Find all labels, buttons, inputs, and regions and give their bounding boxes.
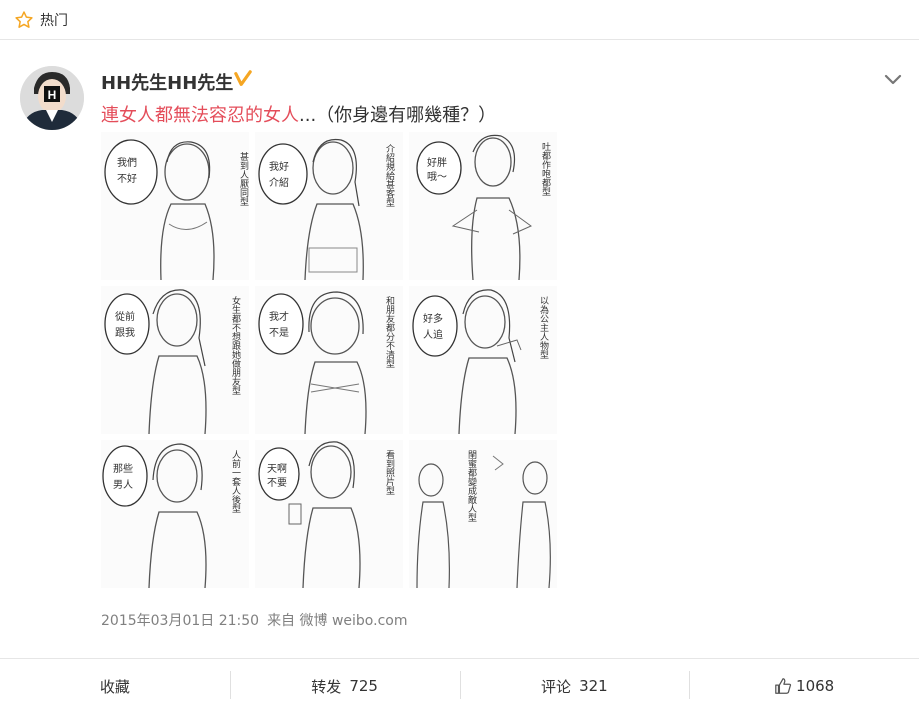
speech-bubble-text: 好多 [423, 312, 443, 325]
image-thumbnail[interactable]: 那些男人 人前一套人後型 [101, 440, 249, 588]
hot-label[interactable]: 热门 [40, 10, 68, 30]
username[interactable]: HH先生HH先生 [101, 69, 233, 95]
speech-bubble-text: 介紹 [269, 176, 289, 189]
speech-bubble-text: 哦～ [427, 171, 447, 183]
image-thumbnail[interactable]: 我們不好 甚到人厭同型 [101, 132, 249, 280]
image-caption: 和朋友都分不清型 [384, 296, 395, 368]
like-count: 1068 [796, 677, 835, 695]
speech-bubble-text: 不要 [267, 477, 287, 489]
image-thumbnail[interactable]: 好胖哦～ 吐都作咆都型 [409, 132, 557, 280]
svg-text:H: H [48, 88, 57, 102]
speech-bubble-text: 天啊 [267, 463, 287, 475]
post-source[interactable]: 来自 微博 weibo.com [267, 613, 407, 629]
verified-icon [234, 70, 252, 86]
star-icon[interactable] [14, 10, 34, 30]
comment-label: 评论 [541, 677, 572, 696]
top-bar: 热门 [0, 0, 919, 40]
image-thumbnail[interactable]: 閨蜜都變成敵人型 [409, 440, 557, 588]
favorite-label: 收藏 [99, 677, 130, 696]
weibo-post-card: H HH先生HH先生 連女人都無法容忍的女人...（你身邊有哪幾種？） 我們不好… [0, 40, 919, 713]
thumbs-up-icon [775, 678, 792, 694]
image-thumbnail[interactable]: 好多人追 以為公主人物型 [409, 286, 557, 434]
speech-bubble-text: 我們 [117, 156, 137, 169]
speech-bubble-text: 男人 [113, 479, 133, 491]
repost-label: 转发 [311, 677, 342, 696]
image-caption: 人前一套人後型 [230, 450, 241, 513]
speech-bubble-text: 跟我 [115, 327, 135, 339]
image-caption: 看到照片型 [384, 449, 395, 495]
speech-bubble-text: 我才 [269, 310, 289, 323]
image-caption: 介紹規給甚客型 [384, 144, 395, 207]
image-caption: 吐都作咆都型 [540, 142, 551, 196]
speech-bubble-text: 人追 [423, 328, 443, 341]
image-thumbnail[interactable]: 天啊不要 看到照片型 [255, 440, 403, 588]
comment-button[interactable]: 评论 321 [459, 659, 690, 713]
image-grid: 我們不好 甚到人厭同型 我好介紹 介紹規給甚客型 好胖哦～ 吐都作咆都型 從前跟我 女生… [101, 132, 557, 588]
image-caption: 以為公主人物型 [538, 296, 549, 359]
avatar[interactable]: H [20, 66, 84, 130]
chevron-down-icon[interactable] [884, 73, 902, 87]
favorite-button[interactable]: 收藏 [0, 659, 230, 713]
image-caption: 甚到人厭同型 [238, 152, 249, 206]
speech-bubble-text: 好胖 [427, 157, 447, 169]
speech-bubble-text: 不好 [117, 173, 137, 185]
speech-bubble-text: 那些 [113, 462, 133, 475]
image-thumbnail[interactable]: 從前跟我 女生都不想跟她做朋友型 [101, 286, 249, 434]
image-thumbnail[interactable]: 我好介紹 介紹規給甚客型 [255, 132, 403, 280]
image-thumbnail[interactable]: 我才不是 和朋友都分不清型 [255, 286, 403, 434]
post-text: 連女人都無法容忍的女人...（你身邊有哪幾種？） [101, 101, 496, 127]
post-meta: 2015年03月01日 21:50 来自 微博 weibo.com [101, 610, 415, 630]
action-bar: 收藏 转发 725 评论 321 1068 [0, 658, 919, 713]
image-caption: 女生都不想跟她做朋友型 [230, 295, 241, 395]
speech-bubble-text: 我好 [269, 161, 289, 173]
image-caption: 閨蜜都變成敵人型 [466, 450, 477, 522]
repost-button[interactable]: 转发 725 [229, 659, 460, 713]
post-text-rest: ...（你身邊有哪幾種？） [299, 105, 497, 126]
comment-count: 321 [579, 677, 608, 695]
speech-bubble-text: 從前 [115, 310, 135, 323]
like-button[interactable]: 1068 [689, 659, 919, 713]
post-timestamp[interactable]: 2015年03月01日 21:50 [101, 613, 259, 629]
repost-count: 725 [349, 677, 378, 695]
post-text-highlight[interactable]: 連女人都無法容忍的女人 [101, 105, 299, 126]
speech-bubble-text: 不是 [269, 327, 289, 339]
